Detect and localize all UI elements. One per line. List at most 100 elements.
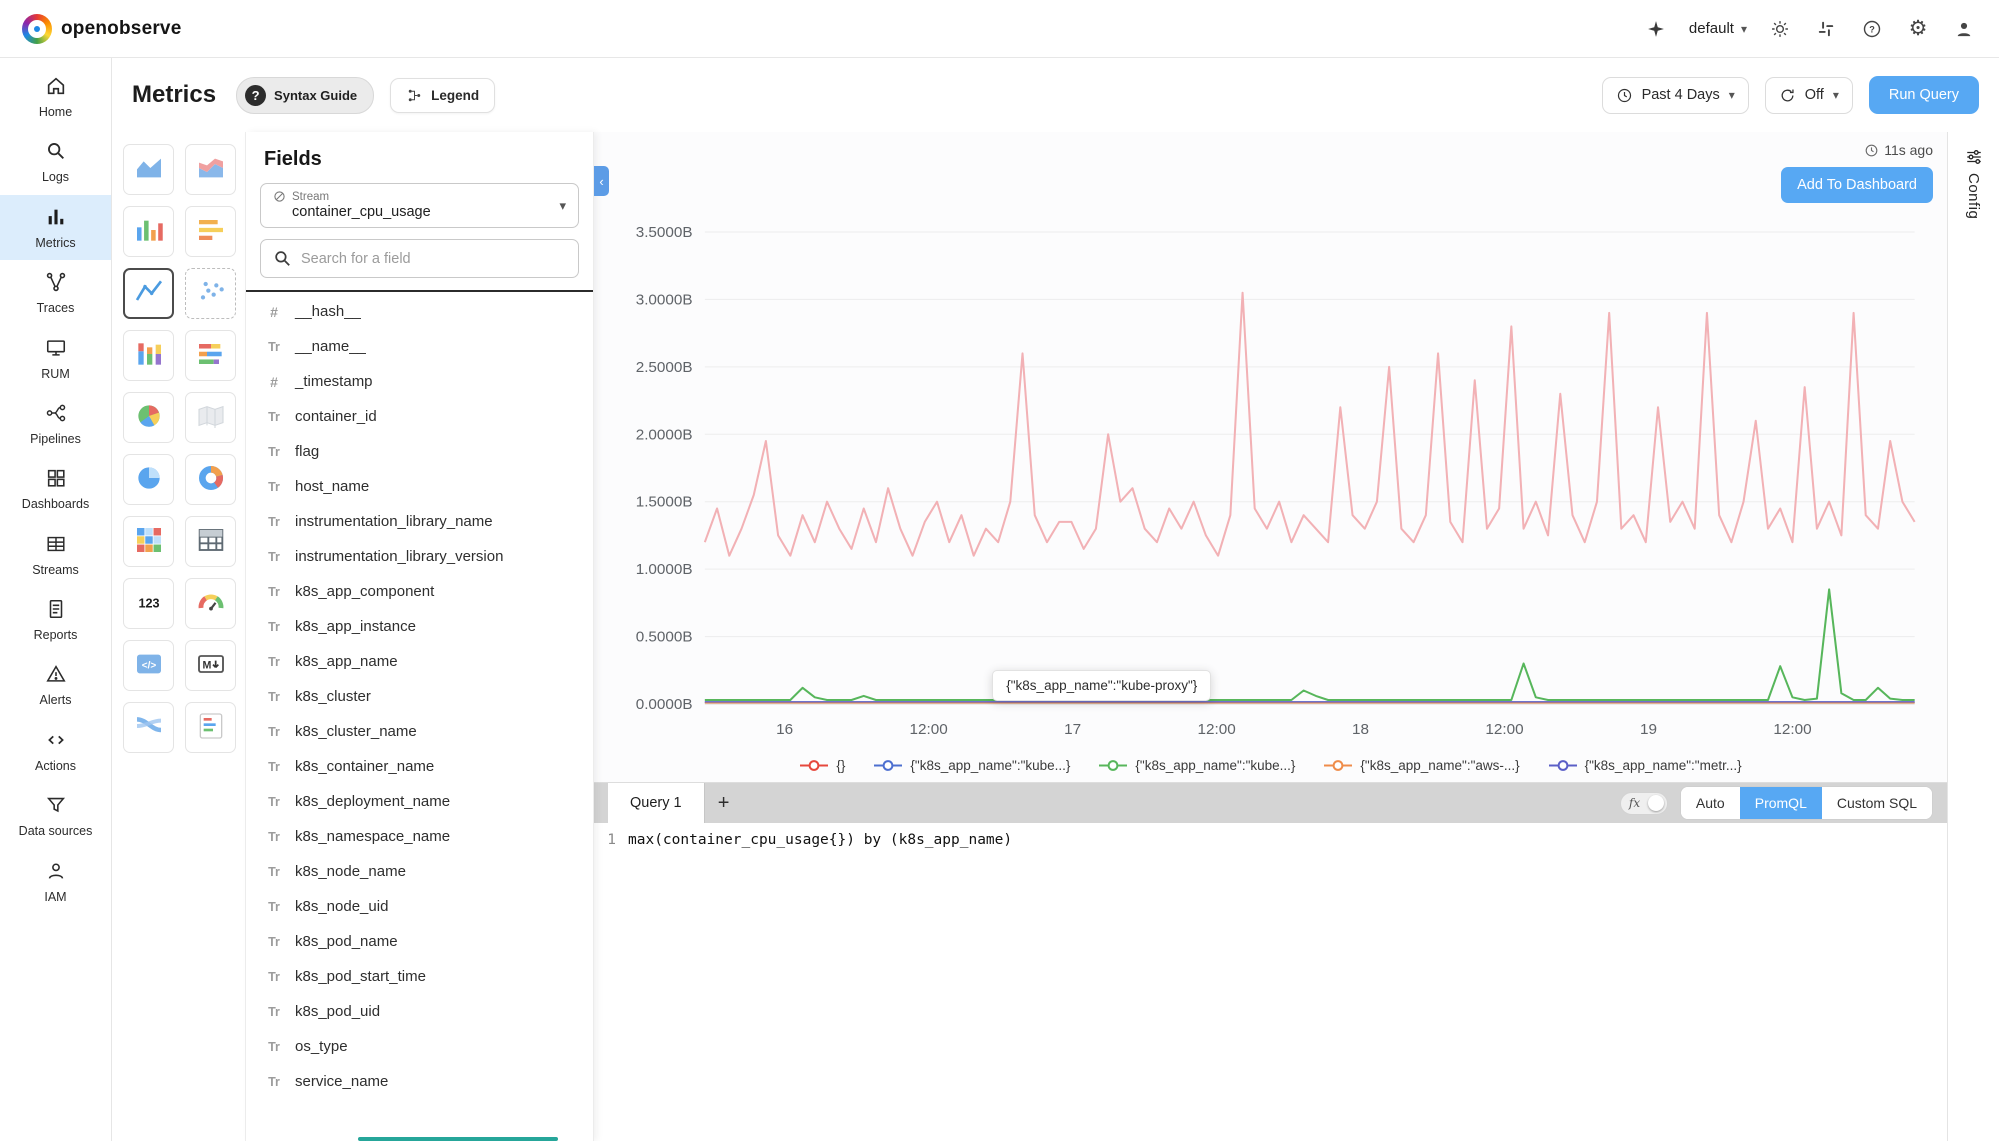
chart-type-pie-multi[interactable] xyxy=(123,392,174,443)
theme-toggle-sun-icon[interactable] xyxy=(1767,16,1793,42)
field-item-k8s_app_name[interactable]: Trk8s_app_name xyxy=(246,644,593,679)
field-item-k8s_cluster[interactable]: Trk8s_cluster xyxy=(246,679,593,714)
legend-button[interactable]: Legend xyxy=(390,78,495,113)
field-item-os_type[interactable]: Tros_type xyxy=(246,1029,593,1064)
legend-item[interactable]: {} xyxy=(799,758,845,773)
chart-type-stacked-bar[interactable] xyxy=(123,330,174,381)
ai-sparkle-icon[interactable] xyxy=(1643,16,1669,42)
mode-custom-sql-button[interactable]: Custom SQL xyxy=(1822,787,1932,819)
field-item-host_name[interactable]: Trhost_name xyxy=(246,469,593,504)
chevron-down-icon: ▾ xyxy=(559,198,566,214)
auto-refresh-picker[interactable]: Off ▾ xyxy=(1765,77,1853,114)
text-field-icon: Tr xyxy=(264,585,284,599)
user-profile-icon[interactable] xyxy=(1951,16,1977,42)
chart-type-markdown[interactable]: M xyxy=(185,640,236,691)
field-item-flag[interactable]: Trflag xyxy=(246,434,593,469)
chart-type-gauge[interactable] xyxy=(185,578,236,629)
field-item-__name__[interactable]: Tr__name__ xyxy=(246,329,593,364)
org-selector[interactable]: default ▾ xyxy=(1689,20,1747,37)
chart-type-custom-chart[interactable] xyxy=(185,702,236,753)
help-icon[interactable]: ? xyxy=(1859,16,1885,42)
run-query-button[interactable]: Run Query xyxy=(1869,76,1979,114)
time-range-picker[interactable]: Past 4 Days ▾ xyxy=(1602,77,1749,114)
field-item-k8s_deployment_name[interactable]: Trk8s_deployment_name xyxy=(246,784,593,819)
sidebar-item-data-sources[interactable]: Data sources xyxy=(0,783,111,848)
field-item-k8s_cluster_name[interactable]: Trk8s_cluster_name xyxy=(246,714,593,749)
sidebar-item-rum[interactable]: RUM xyxy=(0,326,111,391)
stream-selector[interactable]: Stream container_cpu_usage ▾ xyxy=(260,183,579,228)
field-item-instrumentation_library_name[interactable]: Trinstrumentation_library_name xyxy=(246,504,593,539)
field-item-service_name[interactable]: Trservice_name xyxy=(246,1064,593,1099)
chart-type-heatmap[interactable] xyxy=(123,516,174,567)
config-tab[interactable]: Config xyxy=(1965,148,1983,219)
field-item-k8s_pod_start_time[interactable]: Trk8s_pod_start_time xyxy=(246,959,593,994)
content-area: HomeLogsMetrics Traces RUMPipelinesDashboa… xyxy=(0,58,1999,1141)
chart-type-line[interactable] xyxy=(123,268,174,319)
sidebar-item-home[interactable]: Home xyxy=(0,64,111,129)
chart-type-stacked-area[interactable] xyxy=(185,144,236,195)
legend-item[interactable]: {"k8s_app_name":"aws-...} xyxy=(1323,758,1519,773)
query-tab[interactable]: Query 1 xyxy=(608,783,705,823)
field-item-k8s_app_component[interactable]: Trk8s_app_component xyxy=(246,574,593,609)
field-item-k8s_namespace_name[interactable]: Trk8s_namespace_name xyxy=(246,819,593,854)
collapse-fields-handle[interactable]: ‹ xyxy=(594,166,609,196)
svg-text:0.5000B: 0.5000B xyxy=(636,629,693,646)
field-item-_timestamp[interactable]: #_timestamp xyxy=(246,364,593,399)
sidebar-item-metrics[interactable]: Metrics xyxy=(0,195,111,260)
field-item-k8s_app_instance[interactable]: Trk8s_app_instance xyxy=(246,609,593,644)
gauge-chart-icon xyxy=(195,586,227,621)
field-item-container_id[interactable]: Trcontainer_id xyxy=(246,399,593,434)
syntax-guide-button[interactable]: ? Syntax Guide xyxy=(236,77,374,114)
legend-item[interactable]: {"k8s_app_name":"kube...} xyxy=(1098,758,1295,773)
field-item-k8s_container_name[interactable]: Trk8s_container_name xyxy=(246,749,593,784)
chart-type-sankey[interactable] xyxy=(123,702,174,753)
chart-type-geomap[interactable] xyxy=(185,392,236,443)
sidebar-item-logs[interactable]: Logs xyxy=(0,129,111,194)
add-to-dashboard-button[interactable]: Add To Dashboard xyxy=(1781,167,1933,203)
svg-text:?: ? xyxy=(1869,24,1875,34)
field-item-k8s_pod_name[interactable]: Trk8s_pod_name xyxy=(246,924,593,959)
chart-type-horizontal-bar[interactable] xyxy=(185,206,236,257)
metrics-line-chart[interactable]: 0.0000B0.5000B1.0000B1.5000B2.0000B2.500… xyxy=(608,208,1933,748)
sidebar-item-traces[interactable]: Traces xyxy=(0,260,111,325)
svg-text:18: 18 xyxy=(1352,721,1369,738)
sidebar-item-iam[interactable]: IAM xyxy=(0,849,111,914)
legend-item[interactable]: {"k8s_app_name":"kube...} xyxy=(873,758,1070,773)
sidebar-item-dashboards[interactable]: Dashboards xyxy=(0,456,111,521)
chart-type-scatter[interactable] xyxy=(185,268,236,319)
sidebar-item-reports[interactable]: Reports xyxy=(0,587,111,652)
svg-text:0.0000B: 0.0000B xyxy=(636,696,693,713)
horizontal-scrollbar[interactable] xyxy=(358,1137,558,1141)
chart-type-html-editor[interactable]: </> xyxy=(123,640,174,691)
field-search-input[interactable] xyxy=(301,251,566,267)
fx-toggle[interactable]: fx xyxy=(1620,792,1668,815)
chart-type-donut[interactable] xyxy=(185,454,236,505)
text-field-icon: Tr xyxy=(264,795,284,809)
query-code-area[interactable]: 1 max(container_cpu_usage{}) by (k8s_app… xyxy=(594,823,1947,1141)
field-item-k8s_node_name[interactable]: Trk8s_node_name xyxy=(246,854,593,889)
sidebar-item-pipelines[interactable]: Pipelines xyxy=(0,391,111,456)
legend-item[interactable]: {"k8s_app_name":"metr...} xyxy=(1548,758,1742,773)
sidebar-item-label: Traces xyxy=(37,301,75,315)
query-text[interactable]: max(container_cpu_usage{}) by (k8s_app_n… xyxy=(628,832,1012,848)
sidebar-item-streams[interactable]: Streams xyxy=(0,522,111,587)
chart-type-horizontal-stacked-bar[interactable] xyxy=(185,330,236,381)
chart-type-bar[interactable] xyxy=(123,206,174,257)
mode-auto-button[interactable]: Auto xyxy=(1681,787,1740,819)
field-item-instrumentation_library_version[interactable]: Trinstrumentation_library_version xyxy=(246,539,593,574)
text-field-icon: Tr xyxy=(264,935,284,949)
chart-type-pie[interactable] xyxy=(123,454,174,505)
chart-type-metric-text[interactable]: 123 xyxy=(123,578,174,629)
chart-type-area[interactable] xyxy=(123,144,174,195)
sidebar-item-actions[interactable]: Actions xyxy=(0,718,111,783)
field-item-k8s_node_uid[interactable]: Trk8s_node_uid xyxy=(246,889,593,924)
chart-type-table[interactable] xyxy=(185,516,236,567)
settings-gear-icon[interactable]: ⚙ xyxy=(1905,16,1931,42)
mode-promql-button[interactable]: PromQL xyxy=(1740,787,1822,819)
add-query-button[interactable]: + xyxy=(705,783,743,823)
sidebar-item-alerts[interactable]: Alerts xyxy=(0,652,111,717)
slack-icon[interactable] xyxy=(1813,16,1839,42)
field-item-k8s_pod_uid[interactable]: Trk8s_pod_uid xyxy=(246,994,593,1029)
field-item-__hash__[interactable]: #__hash__ xyxy=(246,294,593,329)
field-name: k8s_namespace_name xyxy=(295,828,450,845)
